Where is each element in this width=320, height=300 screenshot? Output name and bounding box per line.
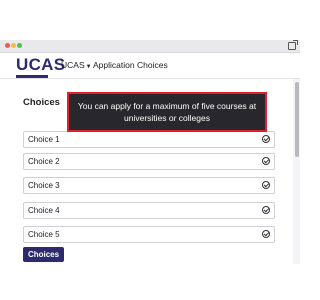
check-circle-icon[interactable] <box>262 230 270 238</box>
info-tooltip: You can apply for a maximum of five cour… <box>67 92 267 132</box>
nav-item-choices[interactable]: Choices <box>137 60 168 70</box>
check-circle-icon[interactable] <box>262 135 270 143</box>
nav-item-ucas-label: UCAS <box>61 60 85 70</box>
choice-2-field[interactable]: Choice 2 <box>23 153 275 170</box>
choice-label: Choice 3 <box>28 181 60 190</box>
choice-label: Choice 2 <box>28 157 60 166</box>
maximize-window-icon[interactable] <box>17 43 22 48</box>
choice-3-field[interactable]: Choice 3 <box>23 177 275 194</box>
choice-label: Choice 4 <box>28 206 60 215</box>
minimize-window-icon[interactable] <box>11 43 16 48</box>
window-titlebar <box>0 40 300 53</box>
nav-item-application[interactable]: Application <box>93 60 135 70</box>
check-circle-icon[interactable] <box>262 206 270 214</box>
close-window-icon[interactable] <box>5 43 10 48</box>
section-title: Choices <box>23 97 60 108</box>
choice-4-field[interactable]: Choice 4 <box>23 202 275 219</box>
ucas-logo[interactable]: UCAS <box>16 55 65 75</box>
check-circle-icon[interactable] <box>262 181 270 189</box>
choice-1-field[interactable]: Choice 1 <box>23 131 275 148</box>
check-circle-icon[interactable] <box>262 157 270 165</box>
choice-label: Choice 1 <box>28 135 60 144</box>
choice-label: Choice 5 <box>28 230 60 239</box>
scrollbar-thumb[interactable] <box>295 82 299 157</box>
chevron-down-icon: ▼ <box>85 64 92 70</box>
nav-item-ucas-dropdown[interactable]: UCAS▼ <box>61 60 92 70</box>
open-external-icon[interactable] <box>288 40 298 50</box>
choices-button[interactable]: Choices <box>23 247 64 262</box>
logo-underline <box>16 75 48 78</box>
choice-5-field[interactable]: Choice 5 <box>23 226 275 243</box>
top-navbar: UCAS UCAS▼ Application Choices <box>0 53 300 79</box>
